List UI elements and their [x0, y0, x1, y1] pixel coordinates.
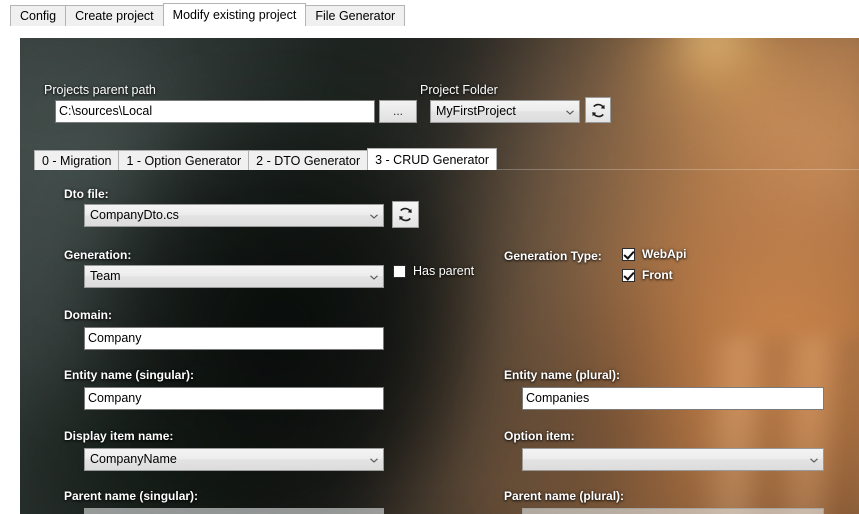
form-panel: Projects parent path C:\sources\Local ..…	[20, 38, 859, 514]
parent-name-singular-input[interactable]	[84, 508, 384, 514]
tab-config[interactable]: Config	[10, 5, 67, 26]
generation-label: Generation:	[64, 248, 132, 262]
tab-modify-existing-project[interactable]: Modify existing project	[162, 3, 307, 26]
display-item-name-label: Display item name:	[64, 429, 174, 443]
projects-parent-path-label: Projects parent path	[44, 83, 156, 97]
display-item-name-value: CompanyName	[90, 452, 177, 466]
refresh-dto-file-button[interactable]	[392, 201, 419, 228]
generation-type-webapi-checkbox[interactable]: WebApi	[622, 247, 686, 261]
parent-name-plural-label: Parent name (plural):	[504, 489, 625, 503]
entity-name-singular-label: Entity name (singular):	[64, 368, 195, 382]
domain-input[interactable]: Company	[84, 327, 384, 350]
entity-name-plural-input[interactable]: Companies	[522, 387, 824, 410]
chevron-down-icon	[810, 457, 818, 463]
option-item-label: Option item:	[504, 429, 575, 443]
front-label: Front	[642, 268, 673, 282]
has-parent-checkbox[interactable]: Has parent	[393, 264, 474, 278]
dto-file-value: CompanyDto.cs	[90, 208, 179, 222]
modify-existing-project-page: Projects parent path C:\sources\Local ..…	[10, 27, 859, 514]
dto-file-select[interactable]: CompanyDto.cs	[84, 204, 384, 227]
generation-value: Team	[90, 269, 121, 283]
browse-path-button[interactable]: ...	[379, 100, 417, 123]
option-item-select[interactable]	[522, 448, 824, 471]
application-window: Config Create project Modify existing pr…	[0, 0, 859, 514]
display-item-name-select[interactable]: CompanyName	[84, 448, 384, 471]
crud-generator-page: Dto file: CompanyDto.cs Generation: Team…	[34, 169, 859, 514]
refresh-project-folder-button[interactable]	[585, 97, 611, 123]
has-parent-checkbox-box[interactable]	[393, 264, 406, 278]
front-checkbox-box[interactable]	[622, 268, 635, 282]
generation-type-front-checkbox[interactable]: Front	[622, 268, 673, 282]
tab-crud-generator[interactable]: 3 - CRUD Generator	[367, 148, 498, 170]
tab-dto-generator[interactable]: 2 - DTO Generator	[248, 150, 369, 170]
generation-type-label: Generation Type:	[504, 249, 602, 263]
main-tab-bar: Config Create project Modify existing pr…	[10, 3, 859, 27]
domain-label: Domain:	[64, 308, 112, 322]
has-parent-label: Has parent	[413, 264, 475, 278]
chevron-down-icon	[566, 109, 574, 115]
refresh-icon	[399, 207, 412, 222]
generator-tab-bar: 0 - Migration 1 - Option Generator 2 - D…	[34, 148, 498, 170]
project-folder-label: Project Folder	[420, 83, 498, 97]
generation-select[interactable]: Team	[84, 265, 384, 288]
tab-migration[interactable]: 0 - Migration	[34, 150, 120, 170]
parent-name-singular-label: Parent name (singular):	[64, 489, 199, 503]
entity-name-plural-label: Entity name (plural):	[504, 368, 621, 382]
entity-name-singular-input[interactable]: Company	[84, 387, 384, 410]
parent-name-plural-input[interactable]	[522, 508, 824, 514]
project-folder-value: MyFirstProject	[436, 104, 516, 118]
dto-file-label: Dto file:	[64, 187, 109, 201]
chevron-down-icon	[370, 213, 378, 219]
tab-file-generator[interactable]: File Generator	[305, 5, 406, 26]
projects-parent-path-input[interactable]: C:\sources\Local	[55, 100, 375, 123]
chevron-down-icon	[370, 457, 378, 463]
tab-option-generator[interactable]: 1 - Option Generator	[118, 150, 250, 170]
chevron-down-icon	[370, 274, 378, 280]
project-folder-select[interactable]: MyFirstProject	[430, 100, 580, 123]
tab-create-project[interactable]: Create project	[65, 5, 164, 26]
webapi-checkbox-box[interactable]	[622, 247, 635, 261]
webapi-label: WebApi	[642, 247, 687, 261]
refresh-icon	[591, 103, 605, 117]
